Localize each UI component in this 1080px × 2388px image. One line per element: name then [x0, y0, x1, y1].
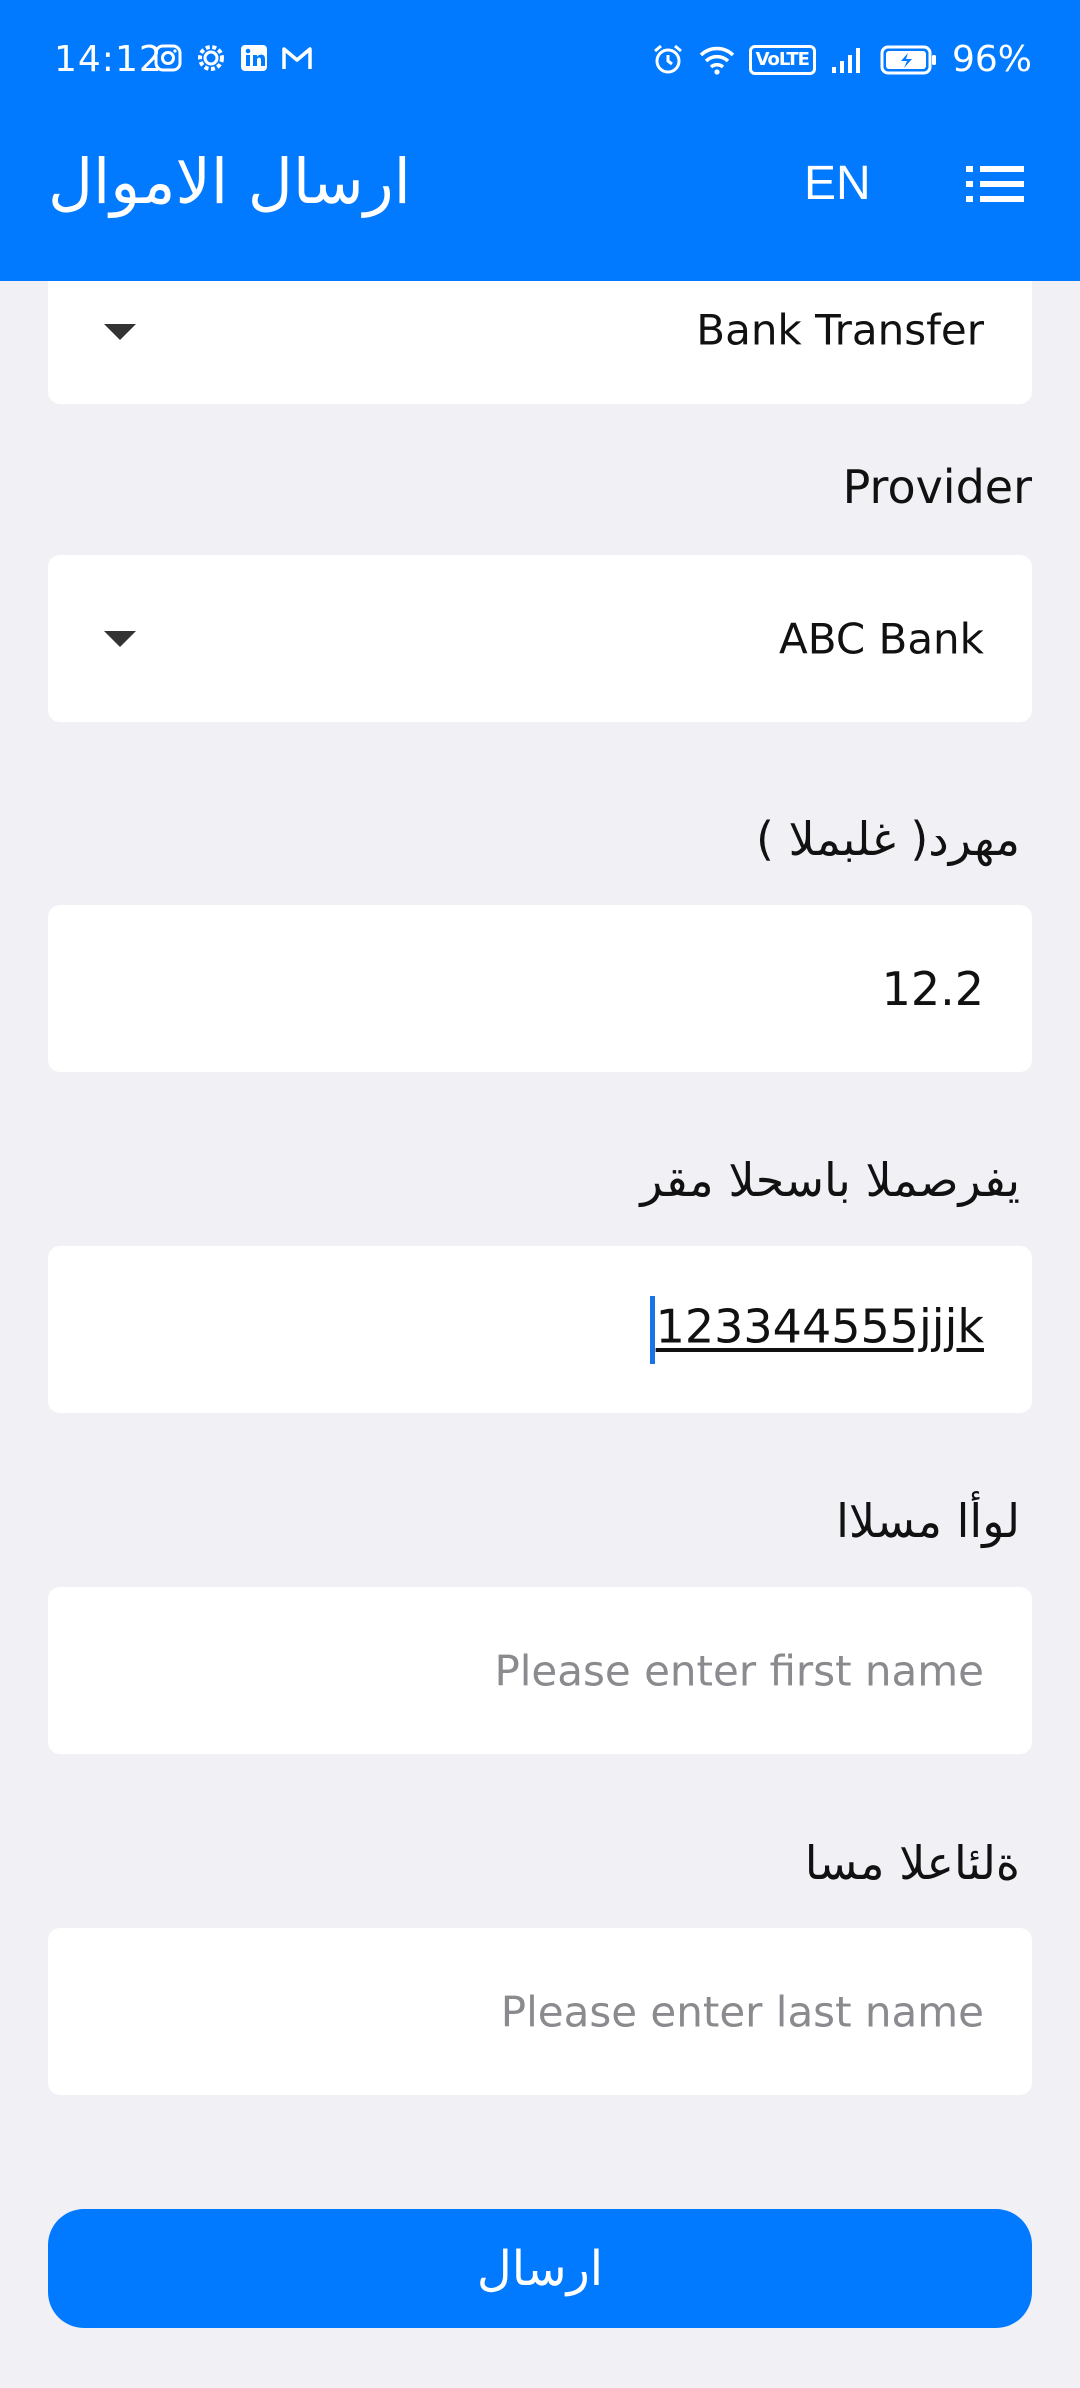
provider-value: ABC Bank — [779, 614, 984, 663]
amount-input[interactable]: 12.2 — [48, 905, 1032, 1072]
account-number-field-content: 123344555jjjk — [649, 1295, 984, 1364]
gmail-icon — [281, 44, 313, 72]
battery-percent: 96% — [951, 39, 1032, 80]
status-notification-icons — [153, 42, 313, 74]
provider-select[interactable]: ABC Bank — [48, 555, 1032, 722]
text-cursor — [649, 1295, 655, 1364]
account-number-value: 123344555jjjk — [655, 1299, 984, 1353]
linkedin-icon — [239, 43, 269, 73]
first-name-label: لوأا مسلاا — [836, 1494, 1020, 1548]
settings-cog-icon — [195, 42, 227, 74]
signal-icon — [830, 45, 866, 75]
last-name-input[interactable]: Please enter last name — [48, 1928, 1032, 2095]
status-system-icons: VoLTE 96% — [651, 36, 1032, 84]
transfer-type-value: Bank Transfer — [696, 305, 984, 355]
volte-badge: VoLTE — [748, 45, 816, 75]
page-title: ارسال الاموال — [48, 145, 411, 218]
last-name-label: ةلئاعلا مسا — [804, 1836, 1020, 1890]
instagram-icon — [153, 43, 183, 73]
menu-list-icon[interactable] — [966, 164, 1026, 204]
last-name-placeholder: Please enter last name — [500, 1987, 984, 2036]
status-bar: 14:12 VoLTE 96% — [0, 0, 1080, 120]
account-number-label: يفرصملا باسحلا مقر — [640, 1153, 1020, 1207]
dropdown-caret-icon — [104, 323, 136, 340]
status-time: 14:12 — [54, 39, 163, 80]
battery-charging-icon — [880, 44, 938, 76]
app-header: 14:12 VoLTE 96% ارسال الاموال EN — [0, 0, 1080, 281]
alarm-icon — [651, 43, 685, 77]
provider-label: Provider — [842, 460, 1032, 514]
amount-value: 12.2 — [881, 961, 984, 1016]
wifi-icon — [699, 44, 735, 76]
account-number-input[interactable]: 123344555jjjk — [48, 1246, 1032, 1413]
submit-button[interactable]: ارسال — [48, 2209, 1032, 2328]
amount-label: مهرد( غلبملا ) — [755, 812, 1020, 866]
transfer-type-select[interactable]: Bank Transfer — [48, 281, 1032, 404]
first-name-placeholder: Please enter first name — [494, 1646, 984, 1695]
dropdown-caret-icon — [104, 630, 136, 647]
first-name-input[interactable]: Please enter first name — [48, 1587, 1032, 1754]
language-toggle-button[interactable]: EN — [804, 154, 871, 214]
